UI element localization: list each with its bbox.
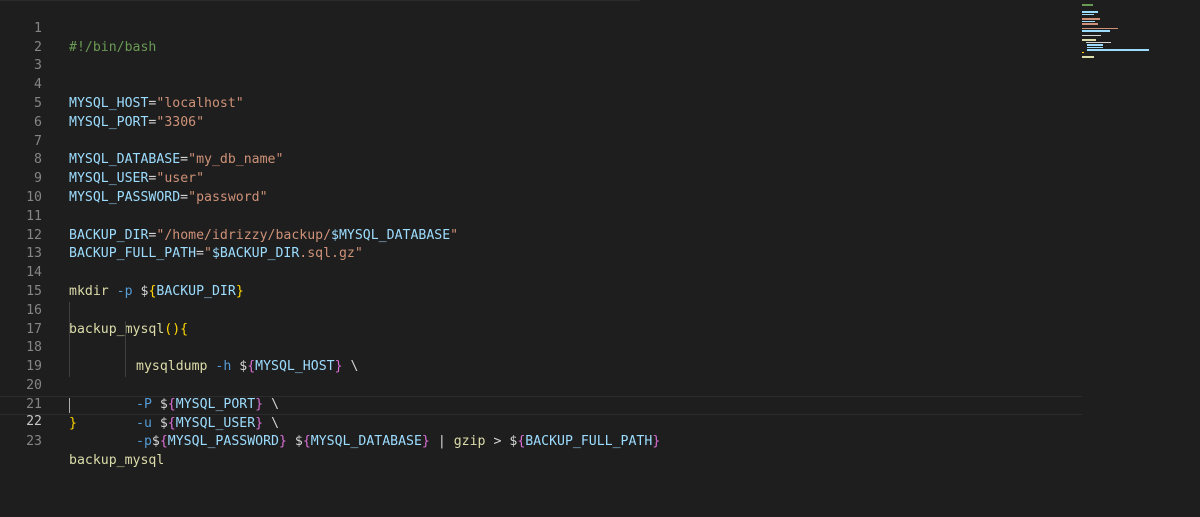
code-line-22[interactable]: 22	[0, 395, 1082, 429]
minimap-line	[1087, 46, 1103, 48]
dollar-sign: $	[294, 434, 303, 450]
indent-guide	[69, 339, 70, 359]
minimap-line	[1082, 30, 1110, 32]
text-cursor	[69, 397, 70, 413]
open-brace: {	[302, 434, 311, 450]
minimap-line	[1087, 44, 1103, 46]
pipe-operator: |	[437, 434, 446, 450]
code-line-20[interactable]: 20 -p${MYSQL_PASSWORD} ${MYSQL_DATABASE}…	[0, 358, 1082, 449]
command-flag: -p	[136, 434, 152, 450]
line-content: backup_mysql	[69, 452, 164, 471]
minimap-line	[1082, 34, 1101, 36]
redirect-operator: >	[493, 434, 502, 450]
code-line-15[interactable]: 15	[0, 264, 1082, 299]
dollar-sign: $	[151, 434, 160, 450]
indent-guide	[69, 301, 70, 321]
code-line-13[interactable]: 13	[0, 227, 1082, 261]
minimap-line	[1082, 39, 1096, 41]
code-line-14[interactable]: 14 mkdir -p ${BACKUP_DIR}	[0, 245, 1082, 299]
variable-reference: MYSQL_DATABASE	[310, 434, 422, 450]
code-line-9[interactable]: 9 MYSQL_PASSWORD="password"	[0, 151, 1082, 205]
minimap-line	[1082, 20, 1095, 22]
line-number: 23	[26, 434, 42, 450]
code-line-8[interactable]: 8 MYSQL_USER="user"	[0, 133, 1082, 186]
code-line-11[interactable]: 11 BACKUP_DIR="/home/idrizzy/backup/$MYS…	[0, 189, 1082, 243]
function-call: backup_mysql	[69, 453, 165, 469]
code-line-3[interactable]: 3	[0, 39, 1082, 73]
code-line-23[interactable]: 23 backup_mysql	[0, 415, 1082, 468]
indent-guide	[69, 320, 70, 340]
minimap-line	[1082, 23, 1098, 25]
minimap-line	[1082, 56, 1094, 58]
variable-reference: BACKUP_FULL_PATH	[525, 434, 653, 450]
code-line-7[interactable]: 7 MYSQL_DATABASE="my_db_name"	[0, 114, 1082, 168]
code-line-4[interactable]: 4 MYSQL_HOST="localhost"	[0, 57, 1082, 111]
open-brace: {	[159, 434, 168, 450]
command-name: gzip	[453, 434, 486, 450]
code-line-2[interactable]: 2	[0, 20, 1082, 55]
indent-guide	[125, 320, 126, 340]
minimap-line	[1086, 41, 1111, 43]
code-line-18[interactable]: 18 -P ${MYSQL_PORT} \	[0, 320, 1082, 412]
code-editor[interactable]: 1 #!/bin/bash 2 3 4 MYSQL_HOST="localhos…	[0, 0, 1200, 517]
code-line-17[interactable]: 17 mysqldump -h ${MYSQL_HOST} \	[0, 301, 1082, 374]
code-line-10[interactable]: 10	[0, 170, 1082, 205]
line-content: -p${MYSQL_PASSWORD} ${MYSQL_DATABASE} | …	[136, 433, 660, 452]
variable-reference: MYSQL_PASSWORD	[167, 434, 279, 450]
close-brace: }	[421, 434, 430, 450]
minimap-line	[1082, 11, 1098, 13]
minimap-line	[1082, 27, 1118, 29]
code-line-5[interactable]: 5 MYSQL_PORT="3306"	[0, 76, 1082, 130]
indent-guide	[125, 339, 126, 359]
code-line-12[interactable]: 12 BACKUP_FULL_PATH="$BACKUP_DIR.sql.gz"	[0, 208, 1082, 262]
close-brace: }	[652, 434, 661, 450]
minimap-line	[1082, 13, 1094, 15]
indent-guide	[125, 358, 126, 377]
code-line-19[interactable]: 19 -u ${MYSQL_USER} \	[0, 339, 1082, 431]
minimap[interactable]	[1082, 4, 1182, 64]
minimap-line	[1082, 18, 1100, 20]
code-line-1[interactable]: 1 #!/bin/bash	[0, 1, 1082, 55]
minimap-line	[1087, 49, 1149, 51]
minimap-line	[1082, 51, 1084, 53]
minimap-line	[1082, 4, 1093, 6]
close-brace: }	[278, 434, 287, 450]
code-line-6[interactable]: 6	[0, 95, 1082, 130]
code-line-16[interactable]: 16 backup_mysql(){	[0, 283, 1082, 337]
code-line-21[interactable]: 21 }	[0, 377, 1082, 431]
indent-guide	[69, 358, 70, 377]
editor-lines[interactable]: 1 #!/bin/bash 2 3 4 MYSQL_HOST="localhos…	[0, 1, 1082, 468]
